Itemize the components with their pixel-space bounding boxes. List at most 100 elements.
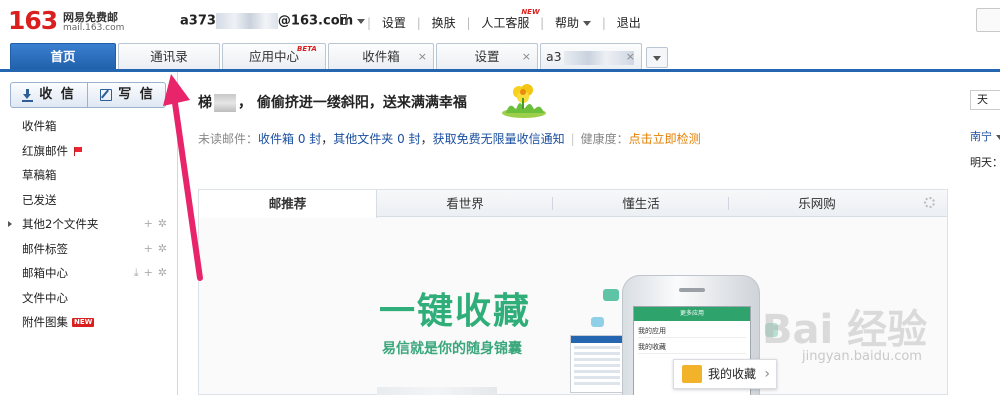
- new-mark: NEW: [521, 8, 540, 16]
- folder-label: 草稿箱: [22, 168, 57, 182]
- tab-message[interactable]: a3 ×: [540, 43, 642, 70]
- tab-contacts[interactable]: 通讯录: [118, 43, 220, 70]
- logo-number: 163: [8, 6, 58, 35]
- phone-speaker: [679, 288, 705, 292]
- folder-tags[interactable]: 邮件标签 + ✲: [0, 237, 177, 262]
- sidebar: 收 信 写 信 收件箱 红旗邮件 草稿箱 已发送 其他2个文件夹 + ✲ 邮件标签 +…: [0, 72, 178, 395]
- divider: |: [367, 16, 372, 30]
- phone-row: 我的应用: [638, 324, 746, 338]
- red-flag-icon: [74, 147, 83, 156]
- tab-life[interactable]: 懂生活: [553, 190, 729, 217]
- close-icon[interactable]: ×: [626, 44, 635, 70]
- tomorrow-forecast: 明天：: [970, 156, 1000, 169]
- tab-world[interactable]: 看世界: [377, 190, 553, 217]
- chevron-down-icon: [653, 56, 661, 61]
- tab-recommend[interactable]: 邮推荐: [199, 190, 377, 218]
- top-bar: 163 网易免费邮 mail.163.com a373 @163.com | 设置…: [0, 0, 1000, 42]
- folder-mail-center[interactable]: 邮箱中心 ⤓ + ✲: [0, 261, 177, 286]
- folder-label: 已发送: [22, 192, 57, 207]
- promo-text-line: [377, 387, 497, 395]
- tab-label: 邮推荐: [268, 196, 307, 211]
- skin-link[interactable]: 换肤: [432, 16, 456, 30]
- divider: |: [601, 16, 606, 30]
- folder-drafts[interactable]: 草稿箱: [0, 163, 177, 188]
- add-icon[interactable]: +: [144, 266, 153, 279]
- folder-list: 收件箱 红旗邮件 草稿箱 已发送 其他2个文件夹 + ✲ 邮件标签 + ✲ 邮箱中心 ⤓ +…: [0, 114, 177, 335]
- folder-other[interactable]: 其他2个文件夹 + ✲: [0, 212, 177, 237]
- customer-service-link[interactable]: 人工客服 NEW: [481, 8, 539, 30]
- tab-home[interactable]: 首页: [10, 43, 116, 72]
- add-icon[interactable]: +: [144, 242, 153, 255]
- tab-app-center[interactable]: 应用中心 BETA: [222, 43, 326, 70]
- receive-label: 收 信: [39, 87, 76, 102]
- tab-label: 应用中心: [248, 49, 299, 64]
- promo-title: 一键收藏: [379, 291, 532, 332]
- weather-tab[interactable]: 天: [970, 90, 1000, 110]
- inbox-count-link[interactable]: 收件箱 0 封: [258, 132, 321, 146]
- tab-label: 看世界: [446, 196, 484, 211]
- city-label: 南宁: [970, 130, 992, 143]
- beta-badge: BETA: [297, 45, 317, 53]
- folder-label: 邮箱中心: [22, 266, 68, 280]
- logo-domain: mail.163.com: [63, 23, 125, 33]
- folder-sent[interactable]: 已发送: [0, 188, 177, 213]
- download-icon[interactable]: ⤓: [134, 266, 139, 279]
- folder-label: 邮件标签: [22, 241, 68, 256]
- greeting: 梯， 偷偷挤进一缕斜阳，送来满满幸福: [198, 92, 467, 112]
- folder-flagged[interactable]: 红旗邮件: [0, 139, 177, 164]
- close-icon[interactable]: ×: [522, 44, 531, 70]
- watermark-url: jingyan.baidu.com: [802, 349, 922, 364]
- tab-shopping[interactable]: 乐网购: [729, 190, 905, 217]
- tab-label: 首页: [50, 49, 76, 64]
- logout-link[interactable]: 退出: [617, 16, 641, 30]
- folder-inbox[interactable]: 收件箱: [0, 114, 177, 139]
- folder-label: 红旗邮件: [22, 143, 68, 158]
- redacted-block: [215, 13, 278, 29]
- divider: |: [570, 132, 575, 146]
- search-input[interactable]: [976, 8, 1000, 32]
- redacted-block: [563, 50, 634, 65]
- favorite-label: 我的收藏: [708, 367, 757, 381]
- receive-button[interactable]: 收 信: [11, 83, 88, 107]
- mobile-icon[interactable]: [340, 14, 347, 25]
- new-badge: NEW: [72, 318, 95, 327]
- settings-link[interactable]: 设置: [382, 16, 406, 30]
- notice-link[interactable]: 获取免费无限量收信通知: [433, 132, 565, 146]
- folder-file-center[interactable]: 文件中心: [0, 286, 177, 311]
- city-selector[interactable]: 南宁: [970, 128, 1000, 144]
- other-folders-link[interactable]: 其他文件夹 0 封: [333, 132, 420, 146]
- write-label: 写 信: [118, 87, 155, 102]
- panel-tabs: 邮推荐 看世界 懂生活 乐网购: [199, 190, 947, 218]
- health-check-link[interactable]: 点击立即检测: [629, 132, 701, 146]
- mail-stats: 未读邮件：收件箱 0 封，其他文件夹 0 封，获取免费无限量收信通知 | 健康度：点…: [198, 132, 701, 146]
- tab-label: 设置: [474, 49, 500, 64]
- top-links: | 设置 | 换肤 | 人工客服 NEW | 帮助 | 退出: [360, 8, 641, 31]
- compose-row: 收 信 写 信: [10, 82, 166, 108]
- folder-attachments[interactable]: 附件图集 NEW: [0, 310, 177, 335]
- baidu-watermark: Bai 经验 jingyan.baidu.com: [762, 297, 1000, 377]
- tab-list-dropdown[interactable]: [646, 47, 668, 68]
- add-icon[interactable]: +: [144, 217, 153, 230]
- help-menu[interactable]: 帮助: [555, 16, 592, 30]
- mail-bubble-icon: [591, 317, 604, 327]
- compose-icon: [100, 88, 113, 101]
- logo[interactable]: 163 网易免费邮 mail.163.com: [8, 6, 133, 36]
- desktop-thumbnail: [570, 335, 624, 393]
- help-label: 帮助: [555, 16, 580, 30]
- write-button[interactable]: 写 信: [89, 83, 166, 107]
- tab-inbox[interactable]: 收件箱 ×: [328, 43, 434, 70]
- folder-label: 其他2个文件夹: [22, 217, 99, 231]
- divider: |: [540, 16, 545, 30]
- greeting-text: ， 偷偷挤进一缕斜阳，送来满满幸福: [238, 95, 467, 111]
- tab-settings[interactable]: 设置 ×: [436, 43, 538, 70]
- annotation-arrow: [163, 74, 203, 281]
- chevron-down-icon: [996, 134, 1000, 140]
- account-menu[interactable]: a373 @163.com: [180, 13, 366, 29]
- gear-icon[interactable]: [924, 197, 935, 208]
- watermark-text: Bai 经验: [762, 307, 928, 353]
- tab-strip: 首页 通讯录 应用中心 BETA 收件箱 × 设置 × a3 ×: [0, 42, 1000, 72]
- close-icon[interactable]: ×: [418, 44, 427, 70]
- expand-arrow-icon[interactable]: [8, 221, 12, 227]
- favorite-icon: [682, 365, 702, 383]
- health-label: 健康度：: [580, 132, 629, 146]
